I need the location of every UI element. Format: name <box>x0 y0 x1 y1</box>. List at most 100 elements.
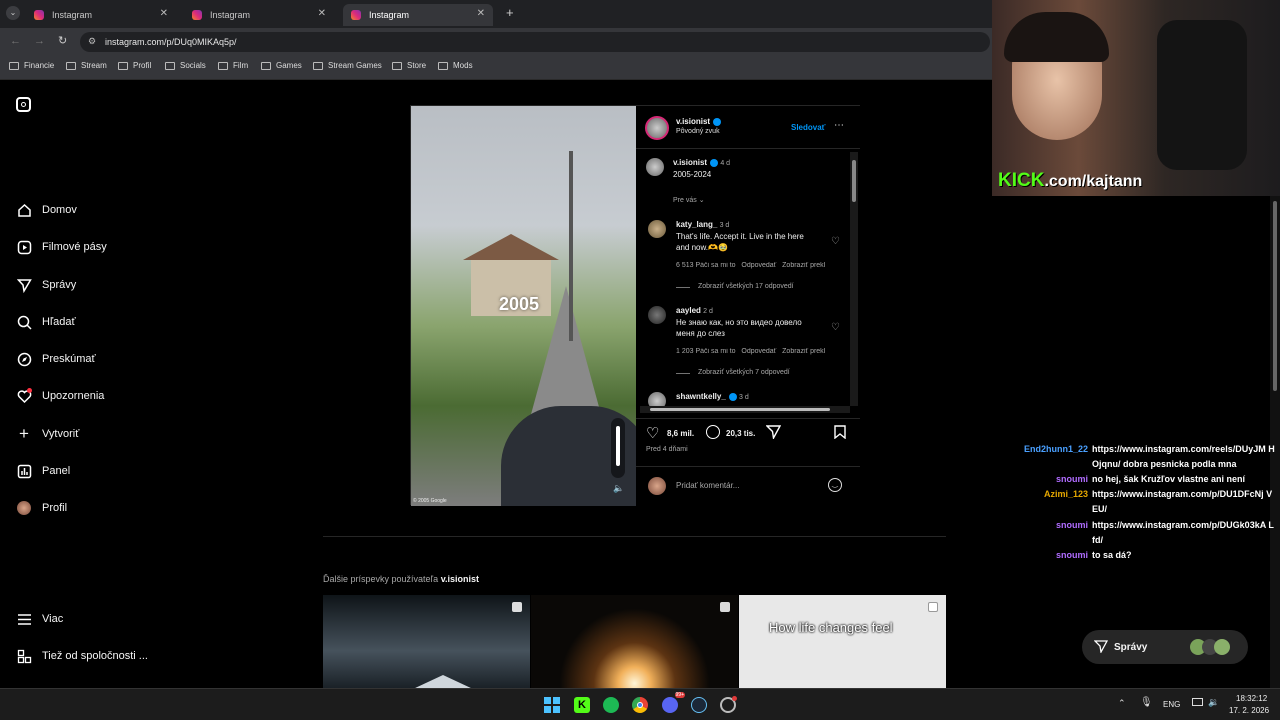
caption-user[interactable]: v.isionist <box>673 158 707 167</box>
reel-icon <box>720 602 730 612</box>
forward-icon[interactable]: → <box>34 35 45 47</box>
sidebar-more[interactable]: Viac <box>16 611 63 627</box>
tab-search-button[interactable]: ⌄ <box>6 6 20 20</box>
reply-button[interactable]: Odpovedať <box>741 262 776 269</box>
volume-icon[interactable]: 🔉 <box>1208 697 1219 708</box>
browser-tab-2[interactable]: Instagram ✕ <box>184 4 334 26</box>
steam-icon[interactable] <box>691 697 707 713</box>
comments-vertical-scrollbar[interactable] <box>850 152 858 406</box>
bookmark-profil[interactable]: Profil <box>118 61 151 70</box>
more-posts-user[interactable]: v.isionist <box>441 574 479 584</box>
author-avatar[interactable] <box>645 116 669 140</box>
sidebar-item-upozornenia[interactable]: Upozornenia <box>16 388 104 404</box>
translate-button[interactable]: Zobraziť prekl <box>782 262 825 269</box>
more-post-thumbnail-3[interactable]: How life changes feel <box>739 595 946 688</box>
more-post-thumbnail-1[interactable] <box>323 595 530 688</box>
bookmark-games[interactable]: Games <box>261 61 302 70</box>
sidebar-item-label: Viac <box>42 613 64 625</box>
bookmark-film[interactable]: Film <box>218 61 248 70</box>
bookmark-stream-games[interactable]: Stream Games <box>313 61 382 70</box>
chrome-icon[interactable] <box>632 697 648 713</box>
view-replies-button[interactable]: Zobraziť všetkých 7 odpovedí <box>698 369 790 376</box>
clock-time[interactable]: 18:32:12 <box>1236 694 1267 703</box>
heart-icon <box>16 388 32 404</box>
chat-username: snoumi <box>1055 520 1088 530</box>
chat-text: https://www.instagram.com/p/DU1DFcNj VEU… <box>1092 489 1273 514</box>
chat-text: no hej, šak Kružľov vlastne ani není <box>1092 474 1246 484</box>
bookmark-mods[interactable]: Mods <box>438 61 473 70</box>
like-button[interactable]: ♡ <box>646 424 659 442</box>
sidebar-item-hladat[interactable]: Hľadať <box>16 314 76 330</box>
chat-message: End2hunn1_22 https://www.instagram.com/re… <box>1020 442 1280 472</box>
volume-slider[interactable] <box>611 418 625 478</box>
for-you-dropdown[interactable]: Pre vás ⌄ <box>673 196 705 204</box>
audio-label[interactable]: Pôvodný zvuk <box>676 128 720 135</box>
more-options-icon[interactable]: ⋯ <box>834 120 844 131</box>
new-tab-button[interactable]: + <box>506 5 514 20</box>
bookmark-icon[interactable] <box>834 425 846 444</box>
translate-button[interactable]: Zobraziť prekl <box>782 348 825 355</box>
windows-start-icon[interactable] <box>544 697 560 713</box>
browser-tab-1[interactable]: Instagram ✕ <box>26 4 176 26</box>
close-icon[interactable]: ✕ <box>160 8 168 19</box>
display-icon[interactable] <box>1192 698 1203 706</box>
reply-button[interactable]: Odpovedať <box>741 348 776 355</box>
bookmark-store[interactable]: Store <box>392 61 426 70</box>
sidebar-item-panel[interactable]: Panel <box>16 463 70 479</box>
sidebar-item-label: Tiež od spoločnosti ... <box>42 650 148 662</box>
chat-message: snoumi no hej, šak Kružľov vlastne ani ne… <box>1020 472 1280 487</box>
close-icon[interactable]: ✕ <box>477 8 485 19</box>
comment-avatar[interactable] <box>648 306 666 324</box>
instagram-logo-icon[interactable] <box>16 97 31 112</box>
comment-user[interactable]: aayled <box>676 306 701 315</box>
comment-likes[interactable]: 6 513 Páči sa mi to <box>676 262 736 269</box>
bookmark-financie[interactable]: Financie <box>9 61 54 70</box>
bookmark-socials[interactable]: Socials <box>165 61 206 70</box>
close-icon[interactable]: ✕ <box>318 8 326 19</box>
more-post-thumbnail-2[interactable] <box>531 595 738 688</box>
comment-count[interactable]: 20,3 tis. <box>726 429 755 438</box>
comment-user[interactable]: katy_lang_ <box>676 220 717 229</box>
sidebar-item-domov[interactable]: Domov <box>16 202 77 218</box>
sidebar-also-from-meta[interactable]: Tiež od spoločnosti ... <box>16 648 148 664</box>
folder-icon <box>313 61 323 70</box>
site-info-icon[interactable]: ⚙ <box>88 36 96 47</box>
sidebar-item-filmove-pasy[interactable]: Filmové pásy <box>16 239 107 255</box>
like-comment-icon[interactable]: ♡ <box>831 236 840 247</box>
emoji-icon[interactable]: ‿ <box>828 478 842 492</box>
author-name-text: v.isionist <box>676 117 711 126</box>
back-icon[interactable]: ← <box>10 35 21 47</box>
clock-date[interactable]: 17. 2. 2026 <box>1229 706 1269 715</box>
comment-user[interactable]: shawntkelly_ <box>676 392 726 401</box>
comment-avatar[interactable] <box>648 220 666 238</box>
more-posts-label: Ďalšie príspevky používateľa v.isionist <box>323 574 479 584</box>
caption-avatar[interactable] <box>646 158 664 176</box>
discord-icon[interactable]: 99+ <box>662 692 685 713</box>
add-comment-input[interactable]: Pridať komentár... <box>676 481 816 490</box>
volume-icon[interactable]: 🔈 <box>613 483 624 494</box>
messages-pill[interactable]: Správy <box>1082 630 1248 664</box>
like-comment-icon[interactable]: ♡ <box>831 322 840 333</box>
sidebar-item-vytvorit[interactable]: + Vytvoriť <box>16 424 79 443</box>
author-name[interactable]: v.isionist <box>676 117 722 126</box>
settings-app-icon[interactable] <box>720 696 737 713</box>
reload-icon[interactable]: ↻ <box>58 34 67 47</box>
comments-horizontal-scrollbar[interactable] <box>640 406 850 413</box>
share-icon[interactable] <box>765 425 782 444</box>
sidebar-item-preskumat[interactable]: Preskúmať <box>16 351 96 367</box>
follow-button[interactable]: Sledovať <box>791 123 826 132</box>
kick-app-icon[interactable]: K <box>574 697 590 713</box>
browser-tab-3[interactable]: Instagram ✕ <box>343 4 493 26</box>
microphone-icon[interactable]: 🎙 <box>1140 697 1153 708</box>
chevron-up-icon[interactable]: ⌃ <box>1118 698 1126 709</box>
post-video[interactable]: 2005 © 2005 Google 🔈 <box>411 106 636 506</box>
comment-icon[interactable] <box>706 425 720 439</box>
spotify-icon[interactable] <box>603 697 619 713</box>
comment-likes[interactable]: 1 203 Páči sa mi to <box>676 348 736 355</box>
sidebar-item-profil[interactable]: Profil <box>16 500 67 516</box>
language-indicator[interactable]: ENG <box>1163 700 1180 709</box>
sidebar-item-spravy[interactable]: Správy <box>16 277 76 293</box>
like-count[interactable]: 8,6 mil. <box>667 429 694 438</box>
bookmark-stream[interactable]: Stream <box>66 61 107 70</box>
view-replies-button[interactable]: Zobraziť všetkých 17 odpovedí <box>698 283 794 290</box>
